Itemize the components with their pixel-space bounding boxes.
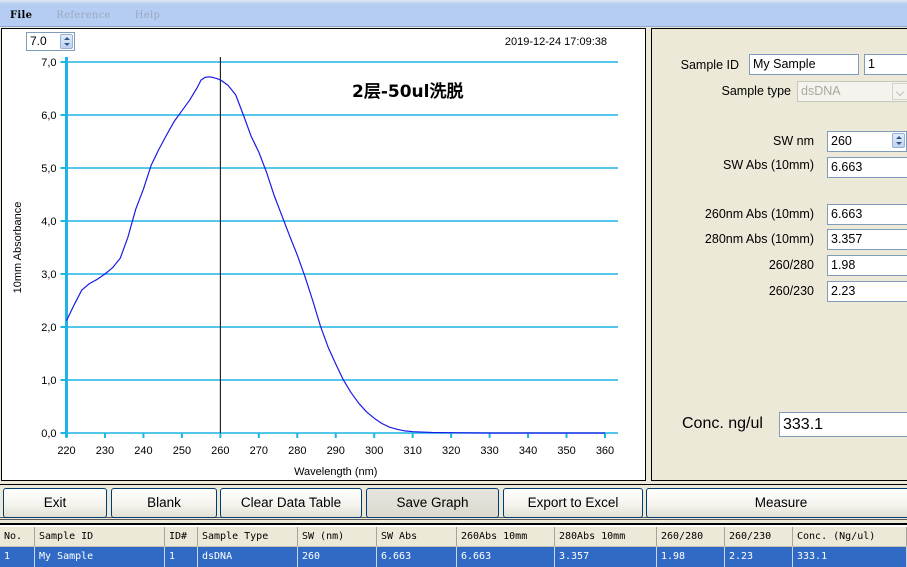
sw-nm-label: SW nm	[773, 134, 814, 148]
cell-id-number: 1	[165, 547, 198, 567]
y-tick-label: 6,0	[41, 110, 56, 122]
column-header-sample-type[interactable]: Sample Type	[198, 527, 298, 546]
y-tick-label: 0,0	[41, 428, 56, 440]
y-tick-label: 7,0	[41, 57, 56, 69]
x-tick-label: 340	[519, 445, 537, 457]
cell-abs280: 3.357	[555, 547, 657, 567]
cell-conc: 333.1	[793, 547, 907, 567]
column-header-abs280[interactable]: 280Abs 10mm	[555, 527, 657, 546]
column-header-conc[interactable]: Conc. (Ng/ul)	[793, 527, 907, 546]
sample-id-label: Sample ID	[680, 58, 739, 72]
menu-reference[interactable]: Reference	[52, 10, 114, 21]
spin-up-down-icon[interactable]	[892, 133, 905, 148]
column-header-no[interactable]: No.	[0, 527, 35, 546]
x-tick-label: 290	[327, 445, 345, 457]
ratio-260-230-label: 260/230	[768, 284, 814, 298]
x-tick-label: 320	[442, 445, 460, 457]
menu-bar: File Reference Help	[0, 4, 907, 27]
chevron-down-icon[interactable]	[892, 83, 907, 100]
sample-type-label: Sample type	[721, 84, 791, 98]
x-tick-label: 360	[596, 445, 614, 457]
y-tick-label: 4,0	[41, 216, 56, 228]
column-header-ratio-260-280[interactable]: 260/280	[657, 527, 725, 546]
sample-id-field[interactable]: My Sample	[749, 54, 859, 75]
y-tick-label: 2,0	[41, 322, 56, 334]
x-tick-label: 260	[211, 445, 229, 457]
sample-number-field[interactable]: 1	[864, 54, 907, 75]
export-excel-button[interactable]: Export to Excel	[503, 488, 643, 518]
sample-type-dropdown[interactable]: dsDNA	[797, 81, 907, 102]
cell-sw-abs: 6.663	[377, 547, 457, 567]
x-tick-label: 350	[557, 445, 575, 457]
table-row[interactable]: 1 My Sample 1 dsDNA 260 6.663 6.663 3.357 1.98 2.…	[0, 547, 907, 567]
x-tick-label: 230	[96, 445, 114, 457]
x-tick-label: 280	[288, 445, 306, 457]
clear-data-table-button[interactable]: Clear Data Table	[220, 488, 362, 518]
conc-label: Conc. ng/ul	[682, 415, 763, 432]
data-table: No. Sample ID ID# Sample Type SW (nm) SW Abs 2…	[0, 523, 907, 567]
cell-sw-nm: 260	[298, 547, 377, 567]
conc-field: 333.1	[779, 412, 907, 437]
sw-nm-spinner[interactable]: 260	[827, 131, 907, 152]
column-header-ratio-260-230[interactable]: 260/230	[725, 527, 793, 546]
x-tick-label: 270	[250, 445, 268, 457]
abs260-field: 6.663	[827, 204, 907, 225]
cell-ratio-260-230: 2.23	[725, 547, 793, 567]
abs280-field: 3.357	[827, 229, 907, 250]
y-max-spinner[interactable]: 7.0	[26, 32, 75, 51]
measurement-timestamp: 2019-12-24 17:09:38	[504, 36, 607, 48]
control-panel: Sample ID My Sample 1 Sample type dsDNA …	[651, 28, 907, 481]
sample-type-value: dsDNA	[801, 84, 841, 98]
abs280-label: 280nm Abs (10mm)	[704, 232, 814, 246]
cell-abs260: 6.663	[457, 547, 555, 567]
x-tick-label: 330	[480, 445, 498, 457]
absorbance-chart: 0,0 1,0 2,0 3,0 4,0 5,0 6,0 7,0 220 230 240 250 260 2…	[12, 57, 618, 478]
cell-no: 1	[0, 547, 35, 567]
column-header-sw-abs[interactable]: SW Abs	[377, 527, 457, 546]
graph-panel: 0,0 1,0 2,0 3,0 4,0 5,0 6,0 7,0 220 230 240 250 260 2…	[1, 28, 646, 481]
blank-button[interactable]: Blank	[111, 488, 217, 518]
abs260-label: 260nm Abs (10mm)	[704, 207, 814, 221]
measure-button[interactable]: Measure	[646, 488, 907, 518]
x-axis-label: Wavelength (nm)	[294, 466, 377, 478]
menu-help[interactable]: Help	[131, 10, 164, 21]
x-tick-label: 310	[403, 445, 421, 457]
menu-file[interactable]: File	[6, 10, 36, 21]
table-header: No. Sample ID ID# Sample Type SW (nm) SW Abs 2…	[0, 527, 907, 547]
save-graph-button[interactable]: Save Graph	[366, 488, 499, 518]
y-tick-label: 5,0	[41, 163, 56, 175]
x-tick-label: 250	[173, 445, 191, 457]
chart-annotation: 2层-50ul洗脱	[352, 81, 463, 102]
cell-ratio-260-280: 1.98	[657, 547, 725, 567]
sw-abs-label: SW Abs (10mm)	[723, 158, 814, 172]
cell-sample-id: My Sample	[35, 547, 165, 567]
sw-nm-value: 260	[831, 134, 852, 148]
column-header-id-number[interactable]: ID#	[165, 527, 198, 546]
column-header-sw-nm[interactable]: SW (nm)	[298, 527, 377, 546]
cell-sample-type: dsDNA	[198, 547, 298, 567]
ratio-260-280-label: 260/280	[768, 258, 814, 272]
x-tick-label: 300	[365, 445, 383, 457]
x-tick-label: 240	[134, 445, 152, 457]
y-axis-label: 10mm Absorbance	[12, 202, 24, 294]
spin-up-down-icon[interactable]	[60, 34, 73, 49]
exit-button[interactable]: Exit	[3, 488, 107, 518]
button-bar: Exit Blank Clear Data Table Save Graph E…	[0, 484, 907, 520]
y-tick-label: 3,0	[41, 269, 56, 281]
sw-abs-field: 6.663	[827, 157, 907, 178]
ratio-260-280-field: 1.98	[827, 255, 907, 276]
column-header-abs260[interactable]: 260Abs 10mm	[457, 527, 555, 546]
ratio-260-230-field: 2.23	[827, 281, 907, 302]
column-header-sample-id[interactable]: Sample ID	[35, 527, 165, 546]
x-tick-label: 220	[57, 445, 75, 457]
y-max-value: 7.0	[30, 34, 47, 48]
y-tick-label: 1,0	[41, 375, 56, 387]
